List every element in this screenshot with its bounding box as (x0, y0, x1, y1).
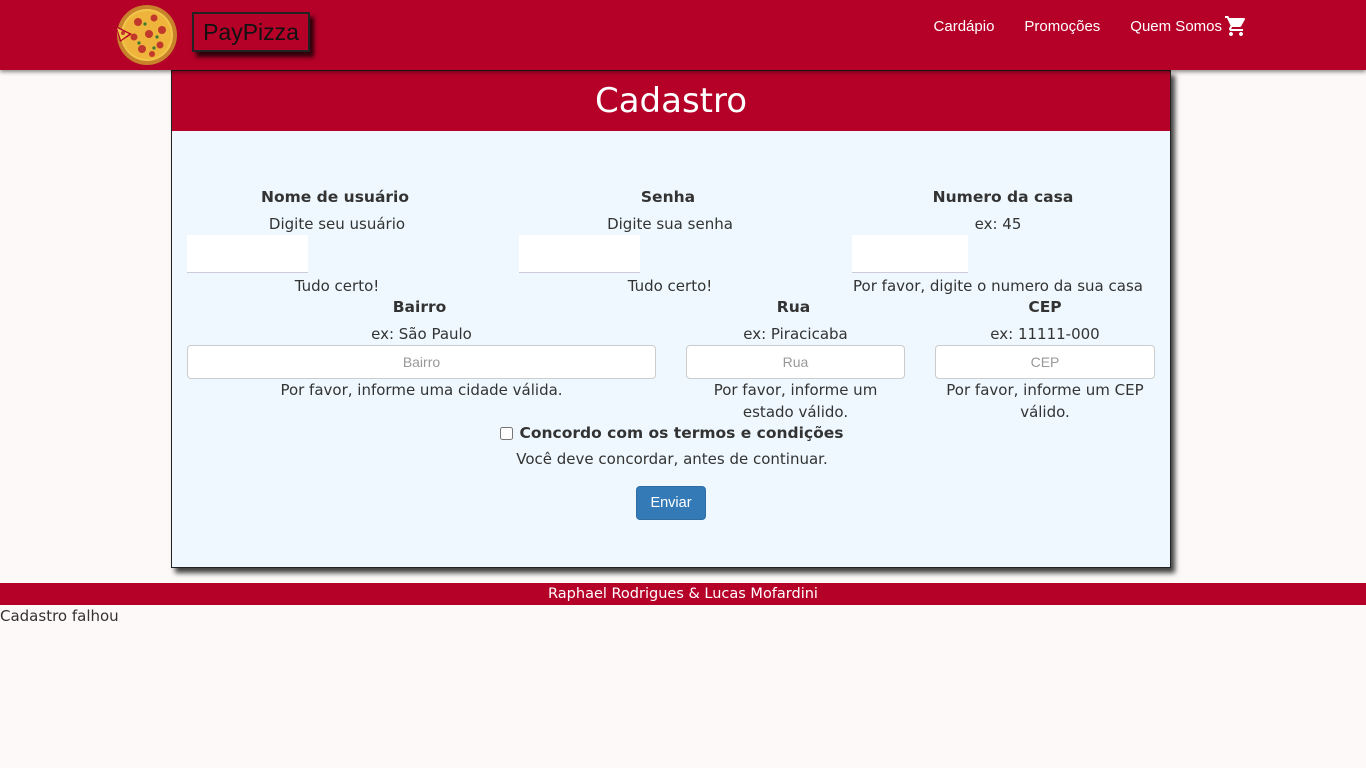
cart-icon[interactable] (1224, 14, 1248, 38)
street-hint: ex: Piracicaba (743, 325, 848, 343)
password-feedback: Tudo certo! (627, 277, 713, 295)
neighborhood-feedback: Por favor, informe uma cidade válida. (280, 381, 563, 399)
terms-checkbox[interactable] (500, 426, 514, 440)
password-hint: Digite sua senha (607, 215, 733, 233)
nav-links: Cardápio Promoções Quem Somos (904, 16, 1248, 36)
house-number-group: Numero da casa ex: 45 Por favor, digite … (852, 187, 1144, 297)
zip-input[interactable] (935, 345, 1155, 379)
terms-feedback: Você deve concordar, antes de continuar. (516, 450, 828, 468)
neighborhood-input[interactable] (187, 345, 656, 379)
terms-label[interactable]: Concordo com os termos e condições (519, 424, 843, 442)
nav-item-promocoes[interactable]: Promoções (1024, 18, 1100, 35)
submit-button[interactable]: Enviar (636, 486, 706, 520)
signup-card: Cadastro Nome de usuário Digite seu usuá… (171, 70, 1171, 568)
card-title: Cadastro (172, 71, 1170, 131)
street-group: Rua ex: Piracicaba Por favor, informe um… (686, 297, 905, 423)
brand-link[interactable]: PayPizza (192, 12, 310, 52)
username-label: Nome de usuário (260, 188, 410, 206)
terms-group: Concordo com os termos e condições Você … (172, 423, 1172, 470)
neighborhood-label: Bairro (392, 298, 447, 316)
password-label: Senha (640, 188, 696, 206)
username-feedback: Tudo certo! (294, 277, 380, 295)
neighborhood-group: Bairro ex: São Paulo Por favor, informe … (187, 297, 656, 401)
house-number-hint: ex: 45 (974, 215, 1022, 233)
zip-group: CEP ex: 11111-000 Por favor, informe um … (935, 297, 1155, 423)
street-feedback: Por favor, informe um estado válido. (713, 381, 878, 421)
neighborhood-hint: ex: São Paulo (371, 325, 472, 343)
pizza-icon[interactable] (114, 4, 180, 66)
username-hint: Digite seu usuário (268, 215, 406, 233)
zip-hint: ex: 11111-000 (990, 325, 1100, 343)
password-group: Senha Digite sua senha Tudo certo! (519, 187, 821, 297)
navbar: PayPizza Cardápio Promoções Quem Somos (0, 0, 1366, 70)
zip-label: CEP (1028, 298, 1062, 316)
house-number-input[interactable] (852, 235, 968, 273)
username-input[interactable] (187, 235, 308, 273)
zip-feedback: Por favor, informe um CEP válido. (946, 381, 1144, 421)
house-number-feedback: Por favor, digite o numero da sua casa (853, 277, 1143, 295)
username-group: Nome de usuário Digite seu usuário Tudo … (187, 187, 487, 297)
status-message: Cadastro falhou (0, 607, 119, 625)
footer: Raphael Rodrigues & Lucas Mofardini (0, 583, 1366, 605)
nav-item-quem-somos[interactable]: Quem Somos (1130, 18, 1222, 35)
street-label: Rua (776, 298, 811, 316)
password-input[interactable] (519, 235, 640, 273)
house-number-label: Numero da casa (932, 188, 1074, 206)
nav-item-cardapio[interactable]: Cardápio (934, 18, 995, 35)
street-input[interactable] (686, 345, 905, 379)
